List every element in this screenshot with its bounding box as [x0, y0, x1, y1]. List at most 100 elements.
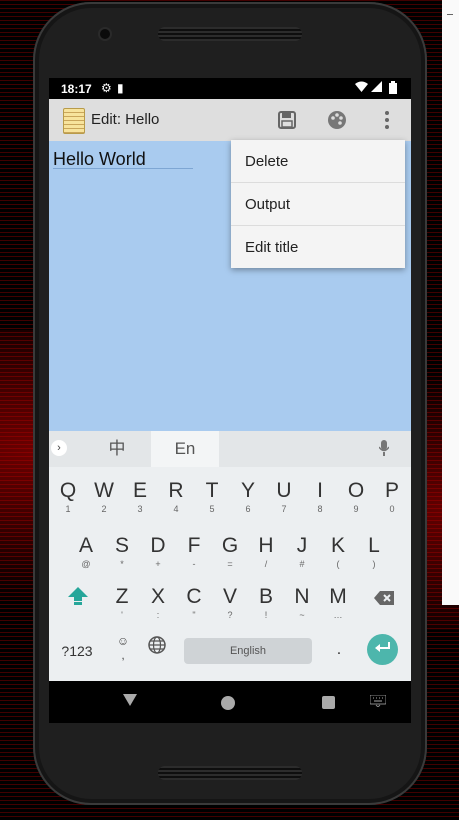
- status-bar: 18:17 ⚙ ▮: [49, 78, 411, 99]
- key-h[interactable]: H /: [248, 528, 284, 576]
- key-label: U: [276, 479, 292, 502]
- key-y[interactable]: Y6: [230, 473, 266, 521]
- palette-button[interactable]: [325, 108, 349, 132]
- sd-card-icon: ▮: [117, 81, 124, 95]
- key-secondary-label: !: [264, 610, 268, 620]
- key-secondary-label: …: [333, 610, 343, 620]
- key-label: V: [222, 585, 237, 608]
- key-label: Z: [115, 585, 129, 608]
- key-label: A: [78, 534, 93, 557]
- app-title: Edit: Hello: [91, 111, 160, 128]
- key-secondary-label: =: [227, 559, 233, 569]
- key-q[interactable]: Q1: [50, 473, 86, 521]
- shift-icon[interactable]: [59, 583, 97, 615]
- language-english[interactable]: En: [151, 431, 219, 467]
- key-k[interactable]: K(: [320, 528, 356, 576]
- key-label: L: [368, 534, 380, 557]
- key-secondary-label: (: [336, 559, 340, 569]
- key-secondary-label: 7: [281, 504, 287, 514]
- key-secondary-label: ': [121, 610, 123, 620]
- key-l[interactable]: L): [356, 528, 392, 576]
- app-bar: Edit: Hello: [49, 99, 411, 141]
- signal-icon: [371, 81, 382, 95]
- space-bar[interactable]: English: [184, 638, 312, 664]
- key-label: X: [150, 585, 165, 608]
- key-label: M: [329, 585, 347, 608]
- key-g[interactable]: G =: [212, 528, 248, 576]
- key-label: K: [330, 534, 345, 557]
- key-o[interactable]: O9: [338, 473, 374, 521]
- key-c[interactable]: C ": [176, 579, 212, 627]
- key-secondary-label: 1: [65, 504, 71, 514]
- front-camera: [100, 29, 110, 39]
- key-secondary-label: ): [372, 559, 376, 569]
- key-secondary-label: :: [156, 610, 160, 620]
- key-i[interactable]: I8: [302, 473, 338, 521]
- key-label: D: [150, 534, 166, 557]
- menu-item-output[interactable]: Output: [231, 183, 405, 225]
- menu-item-label: Delete: [245, 153, 289, 170]
- key-label: B: [258, 585, 273, 608]
- key-m[interactable]: M…: [320, 579, 356, 627]
- bottom-speaker: [158, 766, 302, 780]
- menu-item-label: Output: [245, 196, 291, 213]
- key-label: T: [205, 479, 219, 502]
- key-p[interactable]: P0: [374, 473, 410, 521]
- battery-icon: [389, 81, 397, 97]
- home-icon[interactable]: [221, 696, 235, 710]
- note-text[interactable]: Hello World: [53, 149, 146, 170]
- save-button[interactable]: [275, 108, 299, 132]
- menu-item-label: Edit title: [245, 239, 299, 256]
- key-r[interactable]: R4: [158, 473, 194, 521]
- recent-apps-icon[interactable]: [322, 696, 335, 709]
- keyboard-toolbar: › 中 En: [49, 431, 411, 467]
- phone-screen: 18:17 ⚙ ▮ Edit: Hello Hello World Delete…: [49, 78, 411, 723]
- microphone-icon[interactable]: [377, 440, 391, 458]
- key-label: F: [187, 534, 201, 557]
- key-u[interactable]: U7: [266, 473, 302, 521]
- navigation-bar: [49, 681, 411, 723]
- key-j[interactable]: J #: [284, 528, 320, 576]
- emoji-icon: ☺: [116, 634, 130, 648]
- more-options-button[interactable]: [375, 108, 399, 132]
- globe-icon[interactable]: [145, 636, 169, 660]
- key-secondary-label: 8: [317, 504, 323, 514]
- emoji-key-sub: ,: [121, 648, 125, 662]
- menu-item-delete[interactable]: Delete: [231, 140, 405, 182]
- key-a[interactable]: A @: [68, 528, 104, 576]
- keyboard-switch-icon[interactable]: [369, 694, 387, 709]
- wifi-icon: [355, 81, 368, 95]
- key-secondary-label: 3: [137, 504, 143, 514]
- key-e[interactable]: E3: [122, 473, 158, 521]
- key-label: N: [294, 585, 310, 608]
- symbols-key[interactable]: ?123: [57, 643, 97, 663]
- key-label: I: [317, 479, 323, 502]
- key-x[interactable]: X:: [140, 579, 176, 627]
- key-f[interactable]: F-: [176, 528, 212, 576]
- key-secondary-label: 0: [389, 504, 395, 514]
- key-label: H: [258, 534, 274, 557]
- menu-item-edit-title[interactable]: Edit title: [231, 226, 405, 268]
- key-label: O: [347, 479, 365, 502]
- key-secondary-label: 9: [353, 504, 359, 514]
- key-label: G: [221, 534, 239, 557]
- key-n[interactable]: N ~: [284, 579, 320, 627]
- key-t[interactable]: T5: [194, 473, 230, 521]
- language-chinese[interactable]: 中: [85, 431, 149, 467]
- chevron-right-icon[interactable]: ›: [51, 440, 67, 456]
- key-label: Y: [240, 479, 255, 502]
- key-z[interactable]: Z ': [104, 579, 140, 627]
- back-icon[interactable]: [121, 692, 139, 710]
- overflow-menu: Delete Output Edit title: [231, 140, 405, 268]
- top-speaker: [158, 27, 302, 41]
- key-w[interactable]: W2: [86, 473, 122, 521]
- key-b[interactable]: B!: [248, 579, 284, 627]
- key-d[interactable]: D +: [140, 528, 176, 576]
- key-secondary-label: ~: [299, 610, 305, 620]
- key-v[interactable]: V?: [212, 579, 248, 627]
- period-key[interactable]: .: [332, 641, 346, 663]
- emoji-key[interactable]: ☺ ,: [113, 634, 133, 674]
- enter-icon[interactable]: [367, 634, 398, 665]
- key-s[interactable]: S *: [104, 528, 140, 576]
- backspace-icon[interactable]: [365, 583, 403, 615]
